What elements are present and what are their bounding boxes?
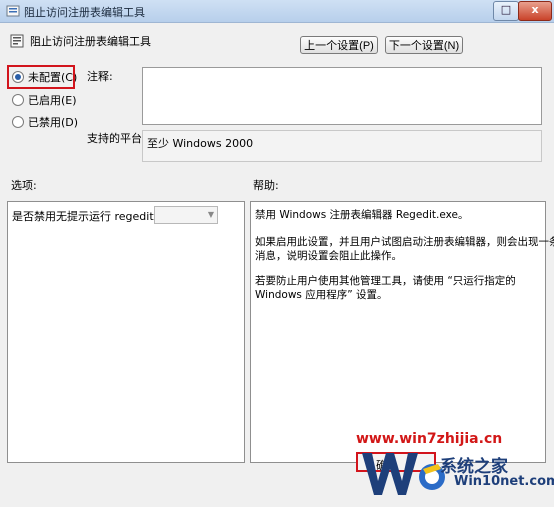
radio-label: 已启用(E) — [28, 94, 77, 107]
options-pane: 是否禁用无提示运行 regedit ? ▼ — [7, 201, 245, 463]
help-line: 禁用 Windows 注册表编辑器 Regedit.exe。 — [255, 209, 469, 221]
comment-textarea[interactable] — [142, 67, 542, 125]
help-label: 帮助: — [253, 179, 279, 192]
chevron-down-icon: ▼ — [207, 210, 214, 219]
close-button[interactable]: x — [518, 1, 552, 21]
window-title: 阻止访问注册表编辑工具 — [24, 6, 145, 19]
watermark-url: www.win7zhijia.cn — [356, 431, 503, 447]
previous-setting-button[interactable]: 上一个设置(P) — [300, 36, 378, 54]
help-line: 若要防止用户使用其他管理工具，请使用 “只运行指定的 — [255, 275, 516, 287]
policy-setting-icon — [10, 34, 24, 48]
close-icon: x — [531, 3, 539, 16]
radio-label: 已禁用(D) — [28, 116, 79, 129]
maximize-icon: □ — [500, 3, 512, 16]
help-line: 消息，说明设置会阻止此操作。 — [255, 250, 402, 262]
comment-label: 注释: — [87, 70, 113, 83]
watermark-site: Win10net.com — [454, 474, 554, 489]
policy-name: 阻止访问注册表编辑工具 — [30, 35, 151, 48]
option-text: 是否禁用无提示运行 regedit ? — [12, 210, 163, 223]
policy-icon — [6, 5, 20, 17]
platform-label: 支持的平台: — [87, 132, 146, 145]
option-dropdown[interactable]: ▼ — [154, 206, 218, 224]
help-line: 如果启用此设置，并且用户试图启动注册表编辑器，则会出现一条 — [255, 236, 554, 248]
help-pane: 禁用 Windows 注册表编辑器 Regedit.exe。 如果启用此设置，并… — [250, 201, 554, 463]
radio-button[interactable] — [12, 94, 24, 106]
platform-value: 至少 Windows 2000 — [147, 137, 254, 150]
options-label: 选项: — [11, 179, 37, 192]
window-title-bar: 阻止访问注册表编辑工具 □ x — [0, 0, 554, 23]
next-setting-button[interactable]: 下一个设置(N) — [385, 36, 463, 54]
maximize-button[interactable]: □ — [493, 1, 519, 21]
annotation-highlight-box — [7, 65, 75, 89]
radio-button[interactable] — [12, 116, 24, 128]
help-line: Windows 应用程序” 设置。 — [255, 289, 388, 301]
platform-field: 至少 Windows 2000 — [142, 130, 542, 162]
